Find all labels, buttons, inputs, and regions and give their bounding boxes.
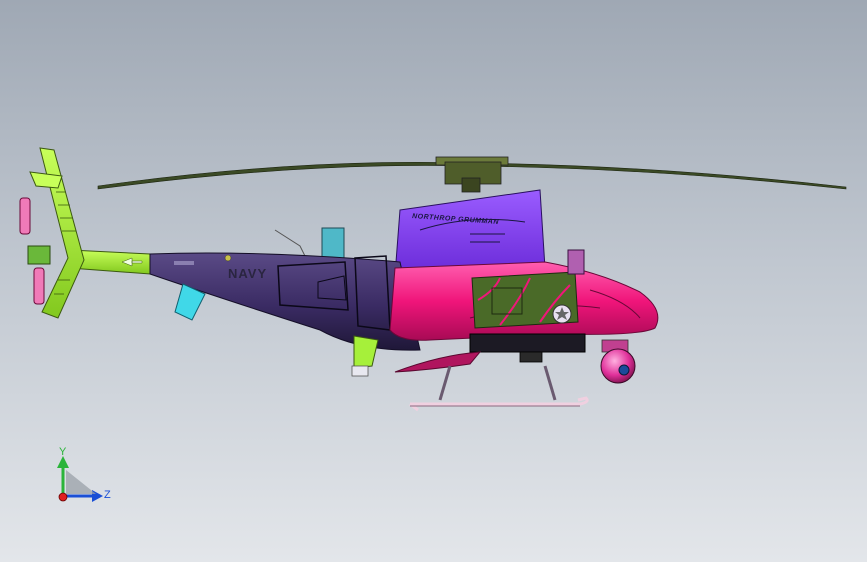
engine-cowling bbox=[394, 189, 546, 276]
rotor-hub bbox=[435, 156, 509, 193]
side-pod bbox=[469, 333, 586, 353]
landing-gear bbox=[409, 365, 589, 412]
fuselage-navy-text: NAVY bbox=[228, 266, 267, 281]
nose-probe bbox=[567, 249, 585, 275]
axis-plane-indicator bbox=[66, 470, 96, 494]
axis-triad: Y Z bbox=[57, 446, 111, 502]
z-axis-label: Z bbox=[104, 489, 111, 501]
belly-fairing bbox=[394, 351, 482, 373]
sensor-turret bbox=[600, 348, 636, 384]
helicopter-model[interactable]: NORTHROP GRUMMAN NAVY Y Z bbox=[0, 0, 867, 562]
vertical-tail bbox=[39, 147, 85, 319]
tail-skid bbox=[353, 335, 379, 369]
cad-viewport[interactable]: NORTHROP GRUMMAN NAVY Y Z bbox=[0, 0, 867, 562]
tail-rotor bbox=[19, 197, 51, 305]
y-axis-label: Y bbox=[59, 446, 67, 458]
